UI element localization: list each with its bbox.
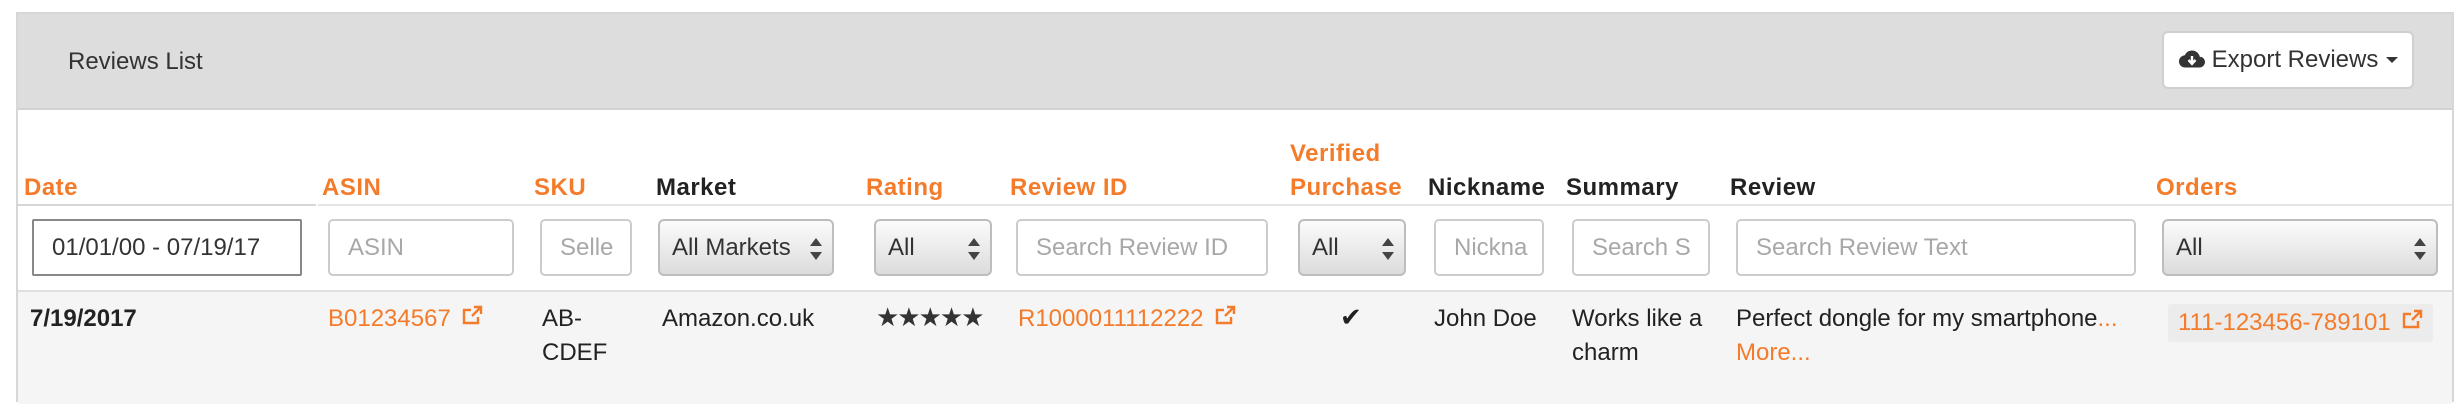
nickname-filter-placeholder: Nickna: [1454, 234, 1528, 261]
select-arrows-icon: [810, 238, 822, 260]
export-reviews-label: Export Reviews: [2211, 46, 2379, 73]
row-sku: AB- CDEF: [542, 302, 607, 370]
column-header-asin[interactable]: ASIN: [322, 172, 381, 204]
rating-select[interactable]: All: [874, 219, 992, 276]
column-header-nickname: Nickname: [1428, 174, 1546, 201]
select-arrows-icon: [2414, 238, 2426, 260]
market-select[interactable]: All Markets: [658, 219, 834, 276]
row-sku-line2: CDEF: [542, 339, 608, 366]
column-header-verified-purchase[interactable]: Verified Purchase: [1290, 138, 1402, 204]
column-header-summary: Summary: [1566, 174, 1679, 201]
row-order: 111-123456-789101: [2178, 309, 2391, 336]
row-nickname: John Doe: [1434, 305, 1537, 332]
export-reviews-button[interactable]: Export Reviews: [2162, 31, 2414, 89]
column-header-orders[interactable]: Orders: [2156, 172, 2238, 204]
review-id-filter-placeholder: Search Review ID: [1036, 234, 1229, 261]
review-text-filter-input[interactable]: Search Review Text: [1736, 219, 2136, 276]
panel-header: Reviews List Export Reviews: [18, 14, 2452, 110]
reviews-panel: Reviews List Export Reviews Date ASIN SK…: [16, 12, 2454, 404]
row-sku-line1: AB-: [542, 305, 583, 332]
row-summary: Works like a charm: [1572, 302, 1702, 370]
table-row: 7/19/2017 B01234567 AB- CDEF Amazon.co.u…: [18, 290, 2452, 404]
row-review-id: R1000011112222: [1018, 305, 1204, 332]
review-more-link[interactable]: More...: [1736, 336, 2118, 370]
row-order-link[interactable]: 111-123456-789101: [2168, 304, 2434, 342]
external-link-icon: [463, 305, 483, 325]
summary-filter-input[interactable]: Search S: [1572, 219, 1710, 276]
date-header-underline: [18, 204, 316, 206]
panel-title: Reviews List: [68, 48, 203, 75]
asin-filter-placeholder: ASIN: [348, 234, 405, 261]
column-header-rating[interactable]: Rating: [866, 172, 944, 204]
row-review-text: Perfect dongle for my smartphone: [1736, 305, 2098, 332]
row-review-ellipsis: ...: [2097, 305, 2118, 332]
verified-select-value: All: [1312, 234, 1339, 261]
row-asin-link[interactable]: B01234567: [328, 302, 483, 336]
column-header-date[interactable]: Date: [24, 172, 78, 204]
select-arrows-icon: [968, 238, 980, 260]
market-select-value: All Markets: [672, 234, 791, 261]
column-header-market: Market: [656, 174, 737, 201]
external-link-icon: [1215, 305, 1236, 325]
row-review: Perfect dongle for my smartphone... More…: [1736, 302, 2118, 370]
chevron-down-icon: [2386, 57, 2399, 63]
summary-filter-placeholder: Search S: [1592, 234, 1691, 261]
row-review-id-link[interactable]: R1000011112222: [1018, 302, 1236, 336]
column-header-review-id[interactable]: Review ID: [1010, 172, 1128, 204]
cloud-download-icon: [2178, 50, 2205, 68]
select-arrows-icon: [1382, 238, 1394, 260]
header-divider: [318, 204, 2452, 206]
check-icon: ✔: [1340, 302, 1362, 332]
review-text-filter-placeholder: Search Review Text: [1756, 234, 1968, 261]
review-id-filter-input[interactable]: Search Review ID: [1016, 219, 1268, 276]
asin-filter-input[interactable]: ASIN: [328, 219, 514, 276]
rating-select-value: All: [888, 234, 915, 261]
external-link-icon: [2403, 309, 2423, 329]
orders-select[interactable]: All: [2162, 219, 2438, 276]
sku-filter-input[interactable]: Selle: [540, 219, 632, 276]
star-rating-icon: ★★★★★: [876, 302, 985, 332]
row-market: Amazon.co.uk: [662, 305, 815, 332]
sku-filter-placeholder: Selle: [560, 234, 614, 261]
verified-purchase-select[interactable]: All: [1298, 219, 1406, 276]
orders-select-value: All: [2176, 234, 2203, 261]
nickname-filter-input[interactable]: Nickna: [1434, 219, 1544, 276]
row-date: 7/19/2017: [30, 305, 137, 332]
column-header-verified-line2: Purchase: [1290, 174, 1403, 201]
column-header-verified-line1: Verified: [1290, 140, 1381, 167]
row-asin: B01234567: [328, 305, 451, 332]
date-range-input[interactable]: 01/01/00 - 07/19/17: [32, 219, 302, 276]
column-header-sku[interactable]: SKU: [534, 172, 586, 204]
row-summary-line2: charm: [1572, 339, 1639, 366]
row-summary-line1: Works like a: [1572, 305, 1703, 332]
column-header-review: Review: [1730, 174, 1816, 201]
